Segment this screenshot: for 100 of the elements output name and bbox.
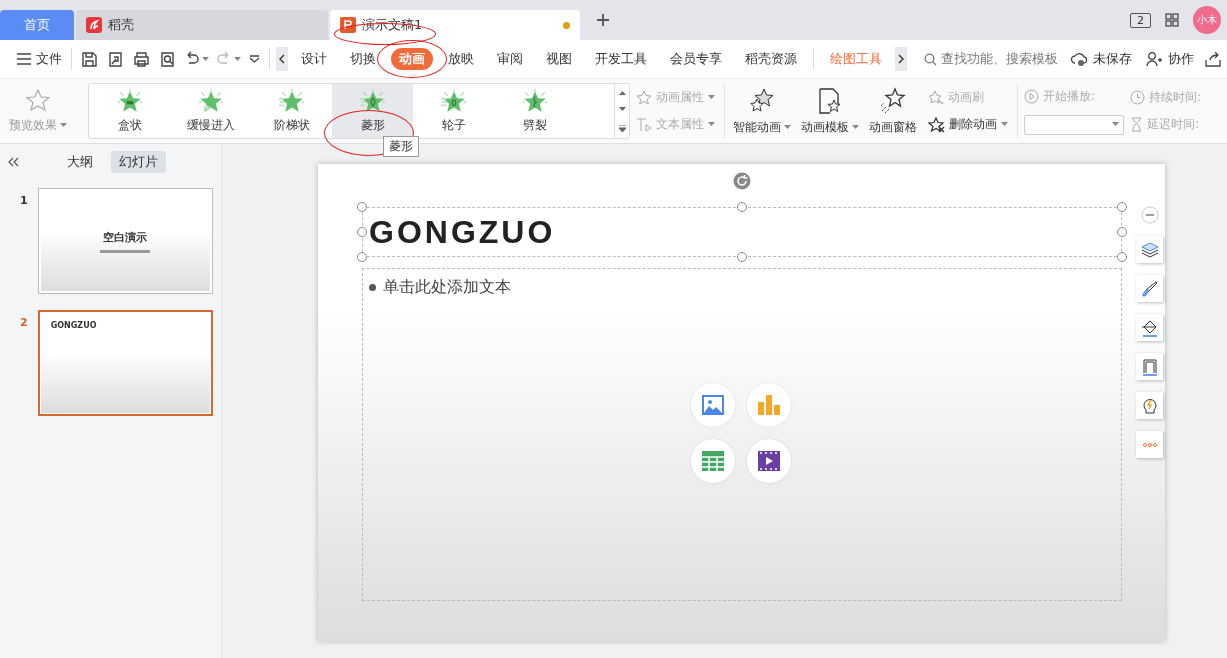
customize-caret-icon[interactable] xyxy=(249,55,260,63)
resize-handle[interactable] xyxy=(357,227,367,237)
star-outline-icon xyxy=(26,88,50,111)
collaborate-button[interactable]: 协作 xyxy=(1143,46,1197,72)
grid-icon[interactable] xyxy=(1165,13,1179,27)
minus-icon xyxy=(1140,206,1159,224)
effect-option[interactable]: 缓慢进入 xyxy=(170,84,251,138)
file-menu[interactable]: 文件 xyxy=(14,46,65,72)
hourglass-icon xyxy=(1130,117,1143,132)
caret-icon xyxy=(708,122,715,127)
star-icon xyxy=(359,88,386,113)
layers-button[interactable] xyxy=(1136,236,1163,263)
ribbon-tab[interactable]: 切换 xyxy=(342,48,384,70)
resize-handle[interactable] xyxy=(1117,227,1127,237)
effect-option[interactable]: 阶梯状 xyxy=(251,84,332,138)
ribbon-button[interactable]: 动画模板 xyxy=(796,86,864,136)
insert-table-button[interactable] xyxy=(691,439,735,483)
fill-bucket-icon xyxy=(1140,318,1159,337)
start-dropdown[interactable] xyxy=(1024,114,1124,135)
chevron-right-icon xyxy=(898,54,904,64)
duration-label: 持续时间: xyxy=(1130,89,1202,106)
view-tab[interactable]: 幻灯片 xyxy=(111,151,166,173)
start-label: 开始播放: xyxy=(1024,87,1124,105)
ribbon-button[interactable]: 智能动画 xyxy=(728,86,796,136)
thumbnail-title: 空白演示 xyxy=(103,229,148,245)
scroll-up-icon[interactable] xyxy=(618,90,626,96)
window-count[interactable]: 2 xyxy=(1130,12,1151,28)
star-icon xyxy=(116,88,143,113)
subtitle-line xyxy=(100,249,151,253)
ribbon-tab[interactable]: 开发工具 xyxy=(587,48,655,70)
print-preview-icon[interactable] xyxy=(159,50,176,68)
insert-video-button[interactable] xyxy=(747,439,791,483)
presentation-file-icon xyxy=(340,17,356,33)
resize-handle[interactable] xyxy=(737,202,747,212)
share-icon[interactable] xyxy=(1205,51,1221,67)
fill-button[interactable] xyxy=(1136,314,1163,341)
effect-option[interactable]: 盒状 xyxy=(89,84,170,138)
bar-chart-icon xyxy=(758,395,780,415)
rotate-handle[interactable] xyxy=(733,172,751,190)
view-tab[interactable]: 大纲 xyxy=(59,151,101,173)
ribbon-tab[interactable]: 稻壳资源 xyxy=(737,48,805,70)
star-icon xyxy=(440,88,467,113)
caret-icon xyxy=(1001,122,1008,127)
brush-icon xyxy=(1140,279,1159,298)
insert-picture-button[interactable] xyxy=(691,383,735,427)
content-placeholder[interactable]: 单击此处添加文本 xyxy=(362,268,1122,601)
caret-icon xyxy=(234,56,241,62)
scroll-left-button[interactable] xyxy=(276,47,288,71)
print-icon[interactable] xyxy=(133,50,150,68)
more-icon xyxy=(1142,442,1157,447)
star-info-icon xyxy=(636,90,652,105)
ribbon-tab[interactable]: 审阅 xyxy=(489,48,531,70)
save-status-button[interactable]: 未保存 xyxy=(1067,46,1135,72)
brush-button[interactable] xyxy=(1136,275,1163,302)
border-button[interactable] xyxy=(1136,353,1163,380)
star-icon xyxy=(197,88,224,113)
search-field[interactable]: 查找功能、搜索模板 xyxy=(918,49,1064,69)
resize-handle[interactable] xyxy=(357,252,367,262)
delete-animation-button[interactable]: 删除动画 xyxy=(928,116,1008,133)
tooltip: 菱形 xyxy=(383,136,419,157)
effect-option[interactable]: 轮子 xyxy=(413,84,494,138)
more-button[interactable] xyxy=(1136,431,1163,458)
leaf-logo-icon xyxy=(86,17,102,33)
document-tab[interactable]: 稻壳 xyxy=(76,10,328,40)
resize-handle[interactable] xyxy=(737,252,747,262)
expand-gallery-icon[interactable] xyxy=(618,124,626,132)
cloud-icon xyxy=(1070,51,1088,67)
picture-icon xyxy=(702,395,724,415)
star-icon xyxy=(521,88,548,113)
collapse-icon[interactable] xyxy=(8,157,19,167)
scroll-right-button[interactable] xyxy=(895,47,907,71)
clock-icon xyxy=(1130,90,1145,105)
resize-handle[interactable] xyxy=(1117,252,1127,262)
caret-icon xyxy=(60,122,67,128)
ribbon-button[interactable]: 动画窗格 xyxy=(864,86,922,136)
delay-label: 延迟时间: xyxy=(1130,116,1202,133)
export-icon[interactable] xyxy=(107,50,124,68)
ribbon-tab[interactable]: 设计 xyxy=(293,48,335,70)
scroll-down-icon[interactable] xyxy=(618,107,626,113)
resize-handle[interactable] xyxy=(357,202,367,212)
menu-icon xyxy=(17,53,31,65)
ribbon-tab[interactable]: 视图 xyxy=(538,48,580,70)
layers-icon xyxy=(1140,241,1159,258)
ribbon-tab[interactable]: 放映 xyxy=(440,48,482,70)
animation-button[interactable] xyxy=(1136,392,1163,419)
resize-handle[interactable] xyxy=(1117,202,1127,212)
ribbon-tab[interactable]: 会员专享 xyxy=(662,48,730,70)
bullet-icon xyxy=(369,284,376,291)
effect-option[interactable]: 菱形 xyxy=(332,84,413,138)
film-icon xyxy=(758,451,780,471)
slide-title: GONGZUO xyxy=(369,213,556,251)
effect-option[interactable]: 劈裂 xyxy=(494,84,575,138)
plus-icon xyxy=(596,13,610,27)
slide-thumbnail[interactable]: 空白演示 xyxy=(37,188,213,294)
caret-icon xyxy=(1112,122,1119,127)
collapse-toolbar-button[interactable] xyxy=(1140,206,1159,224)
shooting-star-icon xyxy=(879,86,907,115)
caret-icon xyxy=(708,95,715,100)
slide-thumbnail[interactable]: GONGZUO xyxy=(37,310,213,416)
save-icon[interactable] xyxy=(81,50,98,68)
